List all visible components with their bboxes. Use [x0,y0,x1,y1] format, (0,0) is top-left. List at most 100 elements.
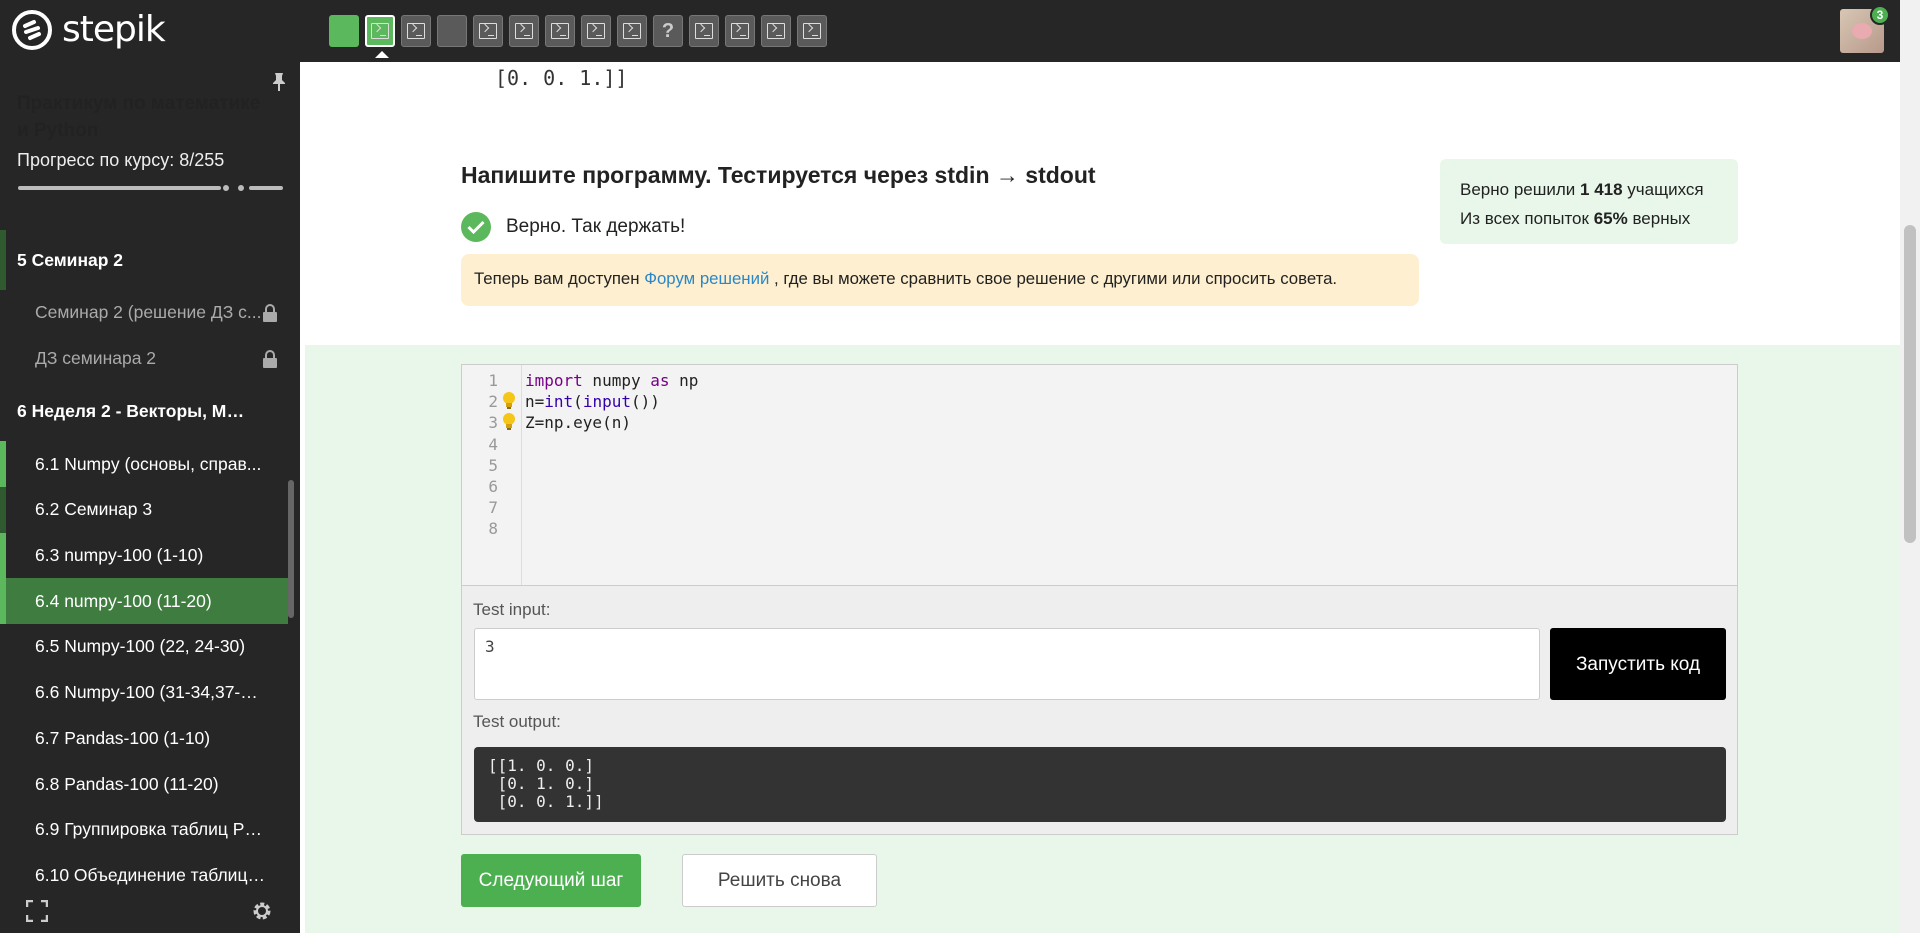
stepik-logo[interactable]: stepik [12,9,166,50]
sidebar-item-label: 6.1 Numpy (основы, справ... [35,453,262,474]
progress-track-end [249,186,283,190]
sidebar-item-label: 6.6 Numpy-100 (31-34,37-40) [35,682,265,703]
question-icon: ? [661,19,675,42]
test-input-label: Test input: [473,600,551,619]
sidebar-item-label: ДЗ семинара 2 [35,348,157,369]
terminal-icon [551,23,569,39]
sidebar-lesson[interactable]: 6.3 numpy-100 (1-10) [0,532,288,579]
success-rate-line: Из всех попыток 65% верных [1460,209,1691,228]
solve-again-button[interactable]: Решить снова [682,854,877,907]
progress-indicator [0,578,6,625]
line-number: 5 [488,455,498,475]
sidebar-item-label: 6.10 Объединение таблиц ... [35,864,265,885]
code-line[interactable]: import numpy as np [525,371,698,390]
avatar-image [1852,23,1872,39]
sidebar-lesson[interactable]: 6.10 Объединение таблиц ... [0,853,288,890]
lightbulb-icon[interactable] [500,391,518,411]
terminal-icon [407,23,425,39]
sidebar-section[interactable]: 6 Неделя 2 - Векторы, Ма... [0,381,288,441]
brand-name: stepik [62,9,166,50]
sidebar-item-label: 6.8 Pandas-100 (11-20) [35,773,219,794]
avatar[interactable]: 3 [1840,5,1890,53]
step-5[interactable] [473,15,503,47]
step-9[interactable] [617,15,647,47]
progress-marker [223,185,229,191]
lightbulb-icon[interactable] [500,412,518,432]
progress-indicator [0,487,6,533]
step-7[interactable] [545,15,575,47]
sidebar-item-label: 6.7 Pandas-100 (1-10) [35,727,211,748]
course-title[interactable]: Практикум по математике и Python [17,90,277,144]
sidebar-lesson[interactable]: 6.8 Pandas-100 (11-20) [0,761,288,807]
forum-link[interactable]: Форум решений [644,269,769,288]
step-13[interactable] [761,15,791,47]
lesson-menu: 5 Семинар 2 Семинар 2 (решение ДЗ с... ДЗ … [0,230,288,890]
verdict: Верно. Так держать! [461,212,685,242]
step-12[interactable] [725,15,755,47]
code-token: np [669,371,699,390]
code-token: ()) [630,392,660,412]
step-navigation: ? [329,15,827,58]
line-number: 8 [488,519,498,539]
terminal-icon [587,23,605,39]
terminal-icon [767,23,785,39]
code-token: ( [573,392,583,412]
sidebar-lesson[interactable]: 6.4 numpy-100 (11-20) [0,578,288,625]
sidebar-item-label: Семинар 2 (решение ДЗ с... [35,302,262,323]
check-icon [461,212,491,242]
sidebar-lesson[interactable]: ДЗ семинара 2 [0,336,288,382]
page-scrollbar-thumb[interactable] [1904,225,1916,543]
step-3[interactable] [401,15,431,47]
sidebar-lesson[interactable]: 6.5 Numpy-100 (22, 24-30) [0,624,288,670]
sidebar-lesson[interactable]: 6.2 Семинар 3 [0,487,288,533]
sidebar-lesson[interactable]: 6.9 Группировка таблиц Pa... [0,807,288,853]
notification-badge: 3 [1870,5,1890,25]
step-1[interactable] [329,15,359,47]
terminal-icon [695,23,713,39]
page-scrollbar[interactable] [1900,0,1920,933]
sidebar-scrollbar[interactable] [288,480,294,618]
sidebar-lesson[interactable]: Семинар 2 (решение ДЗ с... [0,290,288,336]
line-number: 6 [488,477,498,496]
line-number: 4 [488,434,498,454]
progress-indicator [0,532,6,579]
step-11[interactable] [689,15,719,47]
progress-marker [238,185,244,191]
step-8[interactable] [581,15,611,47]
code-token: as [650,371,670,390]
step-10[interactable]: ? [653,15,683,47]
terminal-icon [515,23,533,39]
code-token: int [544,392,574,412]
step-4[interactable] [437,15,467,47]
terminal-icon [731,23,749,39]
step-2[interactable] [365,15,395,58]
fullscreen-icon[interactable] [26,900,48,922]
sidebar-item-label: 6.2 Семинар 3 [35,499,153,520]
sidebar-lesson[interactable]: 6.1 Numpy (основы, справ... [0,441,288,488]
solved-count-line: Верно решили 1 418 учащихся [1460,180,1704,199]
test-input-field[interactable]: 3 [474,628,1540,700]
code-token: input [582,392,631,412]
sidebar-lesson[interactable]: 6.7 Pandas-100 (1-10) [0,716,288,762]
line-number: 3 [488,413,498,433]
progress-label: Прогресс по курсу: [17,150,175,170]
sidebar-lesson[interactable]: 6.6 Numpy-100 (31-34,37-40) [0,670,288,716]
pin-icon[interactable] [272,72,286,92]
stepik-logo-icon [12,9,52,50]
code-line[interactable]: Z=np.eye(n) [525,413,631,432]
line-gutter: 1 2345 6 78 [462,365,522,585]
sidebar-section[interactable]: 5 Семинар 2 [0,230,288,290]
line-number: 2 [488,392,498,412]
line-number: 1 [488,371,498,390]
line-number: 7 [488,498,498,518]
next-step-button[interactable]: Следующий шаг [461,854,641,907]
code-token: n= [525,392,545,412]
previous-output: [0. 0. 1.]] [495,66,628,90]
step-6[interactable] [509,15,539,47]
gear-icon[interactable] [250,899,274,923]
step-14[interactable] [797,15,827,47]
code-editor[interactable]: 1 2345 6 78 import numpy as np n=int(input()… [461,364,1738,586]
run-code-button[interactable]: Запустить код [1550,628,1726,700]
code-line[interactable]: n=int(input()) [525,392,660,411]
code-token: import [525,371,583,390]
